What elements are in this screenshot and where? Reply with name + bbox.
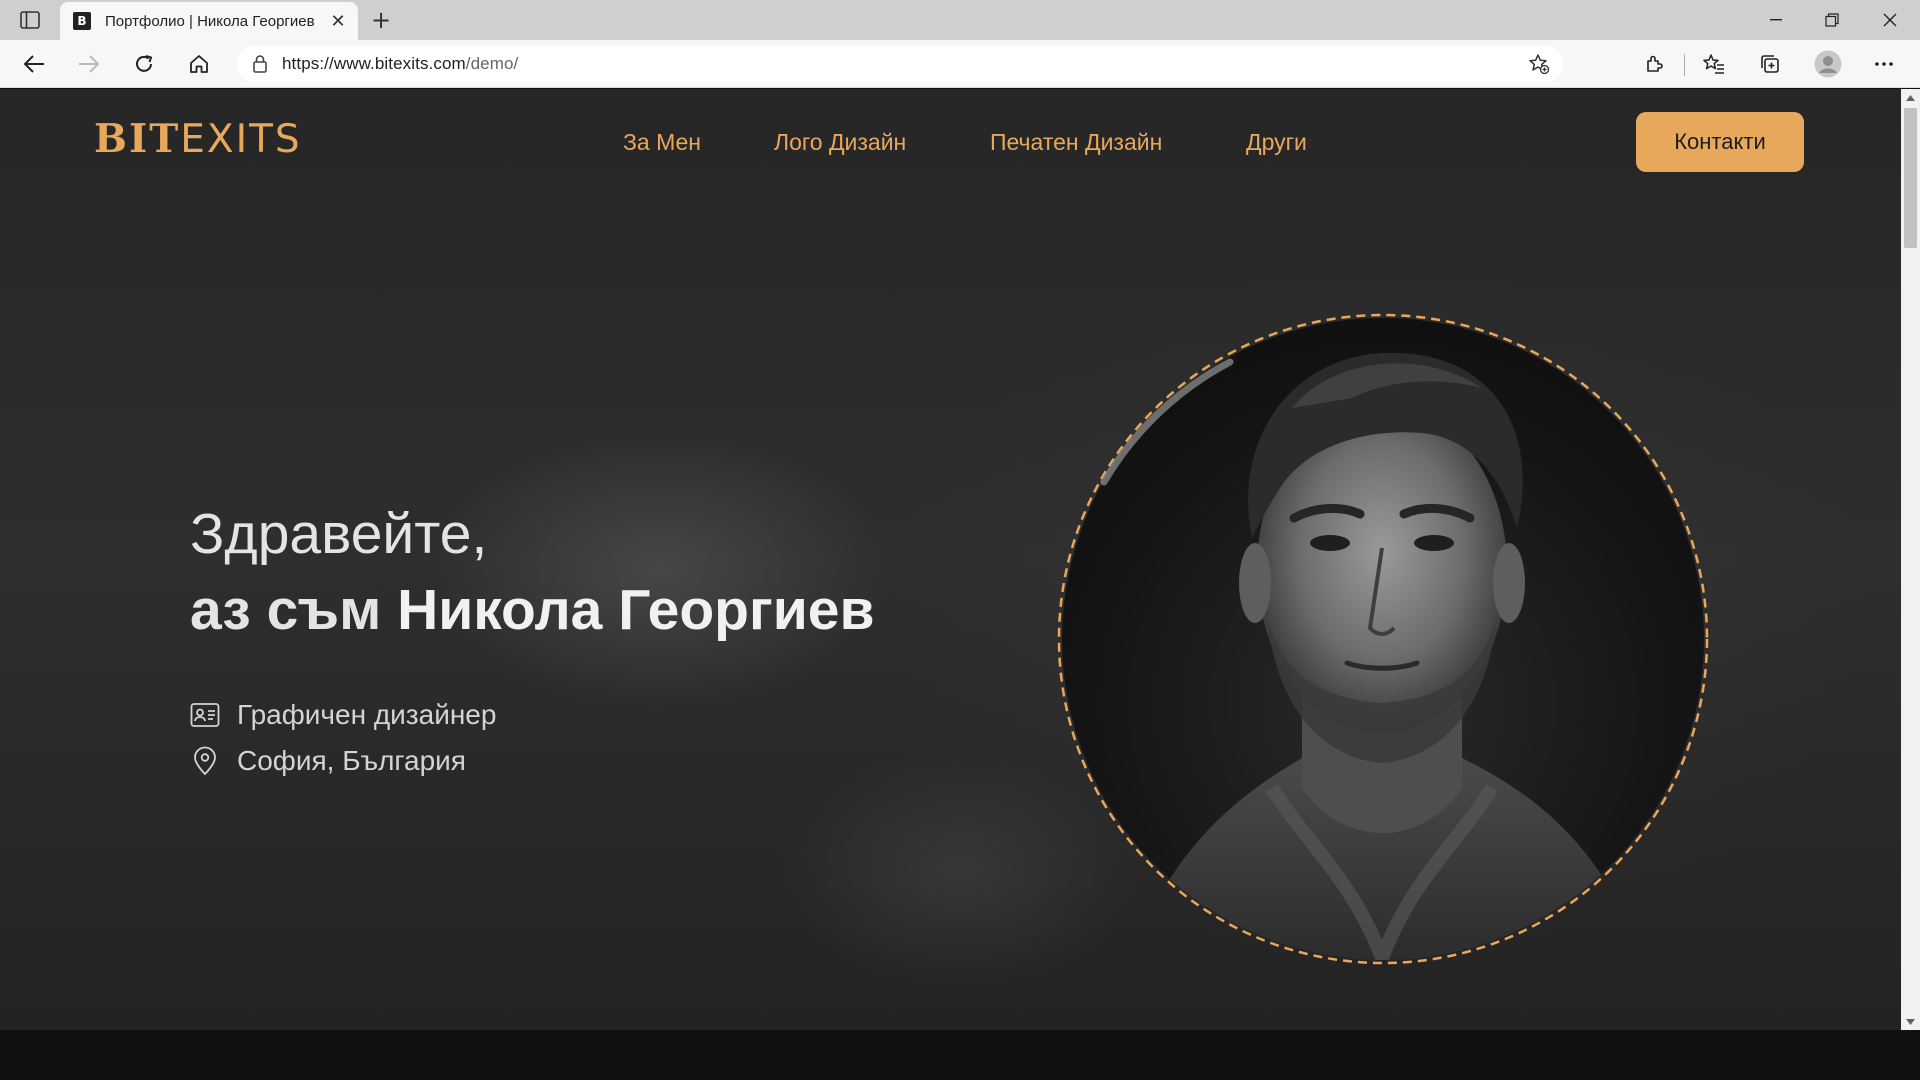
browser-toolbar: https://www.bitexits.com/demo/	[0, 40, 1920, 88]
nav-print-design[interactable]: Печатен Дизайн	[990, 129, 1162, 156]
scroll-up-icon[interactable]	[1901, 89, 1920, 106]
home-icon[interactable]	[182, 47, 216, 81]
tab-favicon-icon: B	[73, 12, 91, 30]
tab-title: Портфолио | Никола Георгиев	[105, 12, 315, 30]
back-icon[interactable]	[17, 47, 51, 81]
forward-icon[interactable]	[72, 47, 106, 81]
location-row: София, България	[190, 745, 466, 777]
contact-button[interactable]: Контакти	[1636, 112, 1804, 172]
map-pin-icon	[194, 746, 216, 776]
nav-other[interactable]: Други	[1246, 129, 1307, 156]
url-host: https://www.bitexits.com	[282, 54, 466, 73]
lock-icon[interactable]	[252, 54, 268, 74]
tab-actions-icon[interactable]	[14, 8, 46, 32]
scrollbar-thumb[interactable]	[1904, 108, 1917, 248]
profession-row: Графичен дизайнер	[190, 699, 496, 731]
scroll-down-icon[interactable]	[1901, 1013, 1920, 1030]
page-scrollbar[interactable]	[1901, 89, 1920, 1030]
address-bar[interactable]: https://www.bitexits.com/demo/	[236, 46, 1564, 82]
restore-button[interactable]	[1804, 0, 1860, 40]
url-path: /demo/	[465, 54, 519, 73]
minimize-button[interactable]	[1748, 0, 1804, 40]
toolbar-separator	[1684, 54, 1685, 76]
hero-intro-prefix: аз съм	[190, 578, 398, 642]
logo-bold-part: BIT	[94, 116, 181, 162]
tab-close-icon[interactable]: ✕	[328, 11, 348, 32]
logo-light-part: EXITS	[180, 116, 302, 162]
site-logo[interactable]: BIT EXITS	[94, 116, 302, 162]
favorites-icon[interactable]	[1698, 48, 1730, 80]
portrait-dashed-ring	[1057, 313, 1709, 965]
new-tab-button[interactable]: +	[366, 6, 396, 34]
browser-tab-active[interactable]: B Портфолио | Никола Георгиев ✕	[60, 2, 358, 40]
nav-logo-design[interactable]: Лого Дизайн	[774, 129, 906, 156]
page-viewport: BIT EXITS За Мен Лого Дизайн Печатен Диза…	[0, 89, 1901, 1030]
browser-tab-bar: B Портфолио | Никола Георгиев ✕ +	[0, 0, 1920, 40]
nav-about[interactable]: За Мен	[623, 129, 701, 156]
add-favorite-icon[interactable]	[1528, 53, 1550, 75]
id-card-icon	[190, 703, 220, 727]
hero-greeting: Здравейте,	[190, 502, 488, 566]
collections-icon[interactable]	[1754, 48, 1786, 80]
location-text: София, България	[237, 745, 466, 776]
profession-text: Графичен дизайнер	[237, 699, 497, 730]
hero-name: Никола Георгиев	[397, 578, 875, 642]
close-window-button[interactable]	[1862, 0, 1918, 40]
url-text[interactable]: https://www.bitexits.com/demo/	[282, 54, 518, 74]
more-menu-icon[interactable]	[1868, 48, 1900, 80]
reload-icon[interactable]	[127, 47, 161, 81]
extensions-icon[interactable]	[1638, 48, 1670, 80]
profile-avatar-icon[interactable]	[1812, 48, 1844, 80]
hero-intro: аз съм Никола Георгиев	[190, 577, 874, 643]
next-section-edge	[0, 1030, 1901, 1080]
